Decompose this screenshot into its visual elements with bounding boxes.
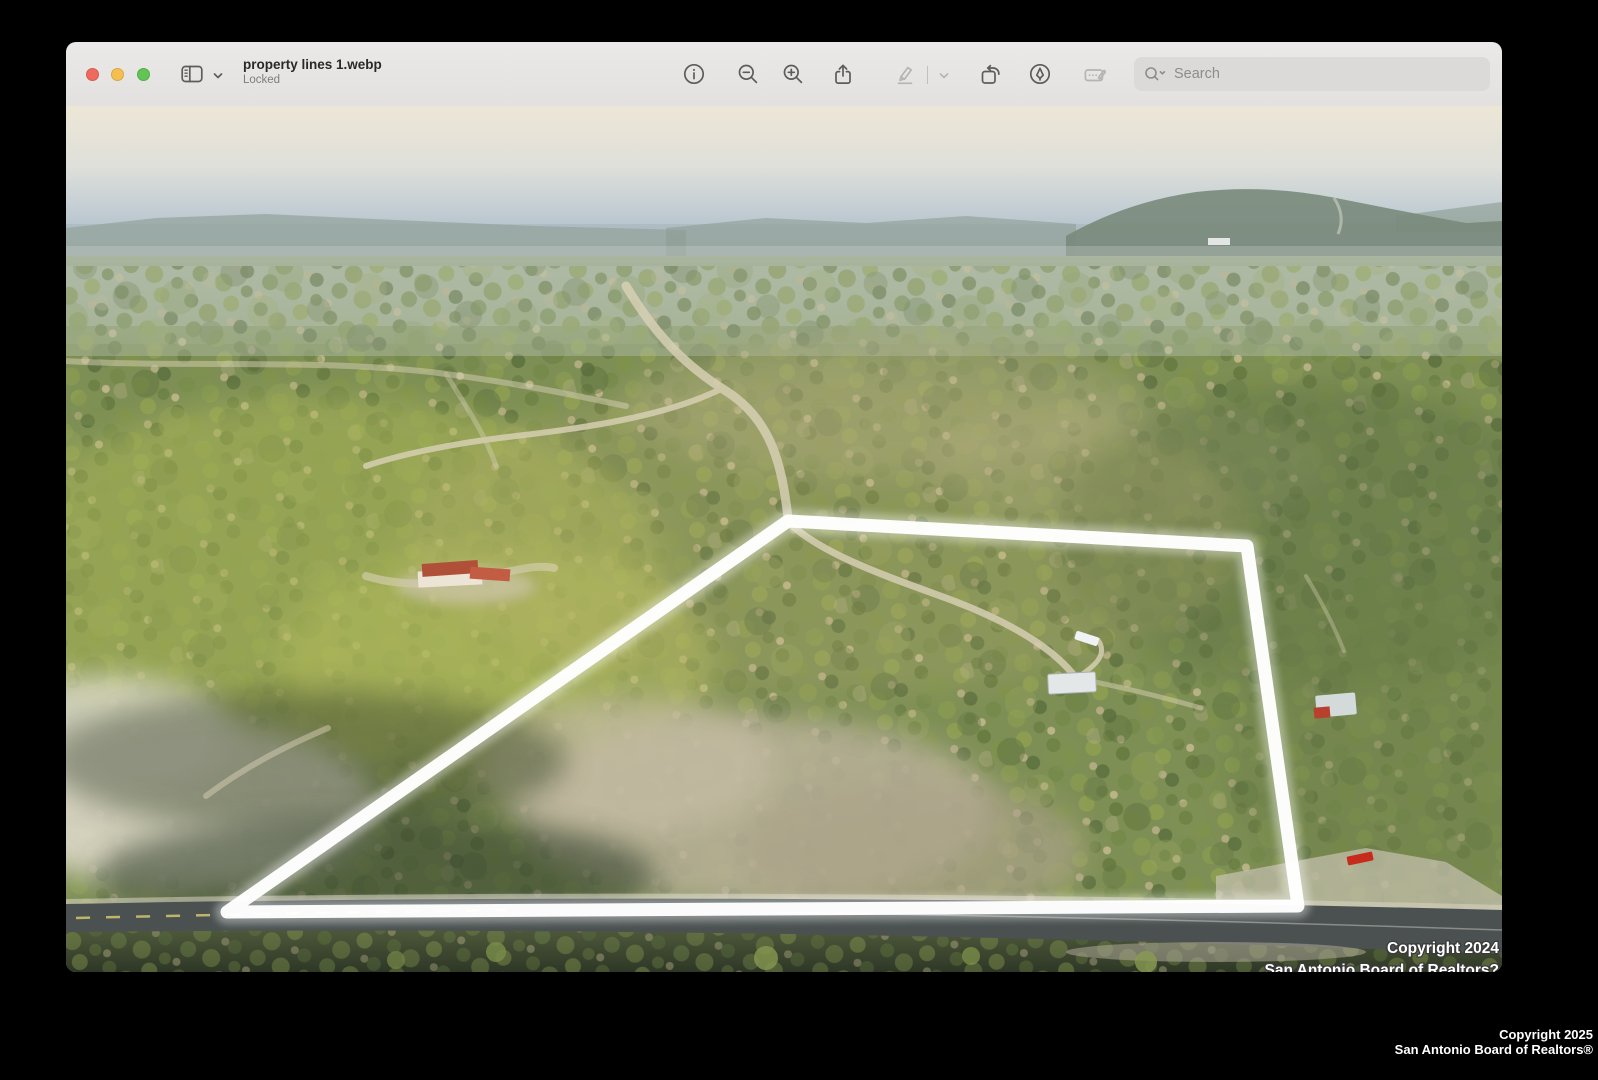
highlighter-icon[interactable]	[894, 63, 916, 85]
photo-watermark-line2: San Antonio Board of Realtors?	[1264, 962, 1499, 972]
aerial-photo: Copyright 2024 San Antonio Board of Real…	[66, 106, 1502, 972]
search-input[interactable]	[1172, 65, 1480, 83]
title-block: property lines 1.webp Locked	[243, 57, 382, 88]
toolbar-divider	[927, 66, 928, 84]
screen-copyright-line2: San Antonio Board of Realtors®	[1395, 1042, 1593, 1057]
window-title: property lines 1.webp	[243, 57, 382, 73]
zoom-in-icon[interactable]	[782, 63, 804, 85]
desktop: property lines 1.webp Locked	[0, 0, 1598, 1080]
zoom-out-icon[interactable]	[737, 63, 759, 85]
preview-window: property lines 1.webp Locked	[66, 42, 1502, 972]
window-status: Locked	[243, 74, 382, 88]
titlebar: property lines 1.webp Locked	[66, 42, 1502, 107]
search-field[interactable]	[1134, 57, 1490, 91]
close-button[interactable]	[86, 68, 99, 81]
autofill-icon[interactable]	[1084, 63, 1106, 85]
zoom-window-button[interactable]	[137, 68, 150, 81]
sidebar-icon[interactable]	[181, 63, 203, 85]
distant-building	[1208, 238, 1230, 245]
photo-watermark-line1: Copyright 2024	[1387, 940, 1499, 957]
highlighter-chevron-icon[interactable]	[938, 70, 950, 82]
screen-copyright: Copyright 2025 San Antonio Board of Real…	[1395, 1027, 1593, 1057]
markup-icon[interactable]	[1029, 63, 1051, 85]
title-chevron-icon[interactable]	[212, 70, 224, 82]
rotate-left-icon[interactable]	[979, 63, 1001, 85]
barn	[1314, 692, 1357, 718]
info-icon[interactable]	[683, 63, 705, 85]
share-icon[interactable]	[832, 63, 854, 85]
screen-copyright-line1: Copyright 2025	[1395, 1027, 1593, 1042]
search-icon	[1144, 66, 1166, 82]
minimize-button[interactable]	[111, 68, 124, 81]
